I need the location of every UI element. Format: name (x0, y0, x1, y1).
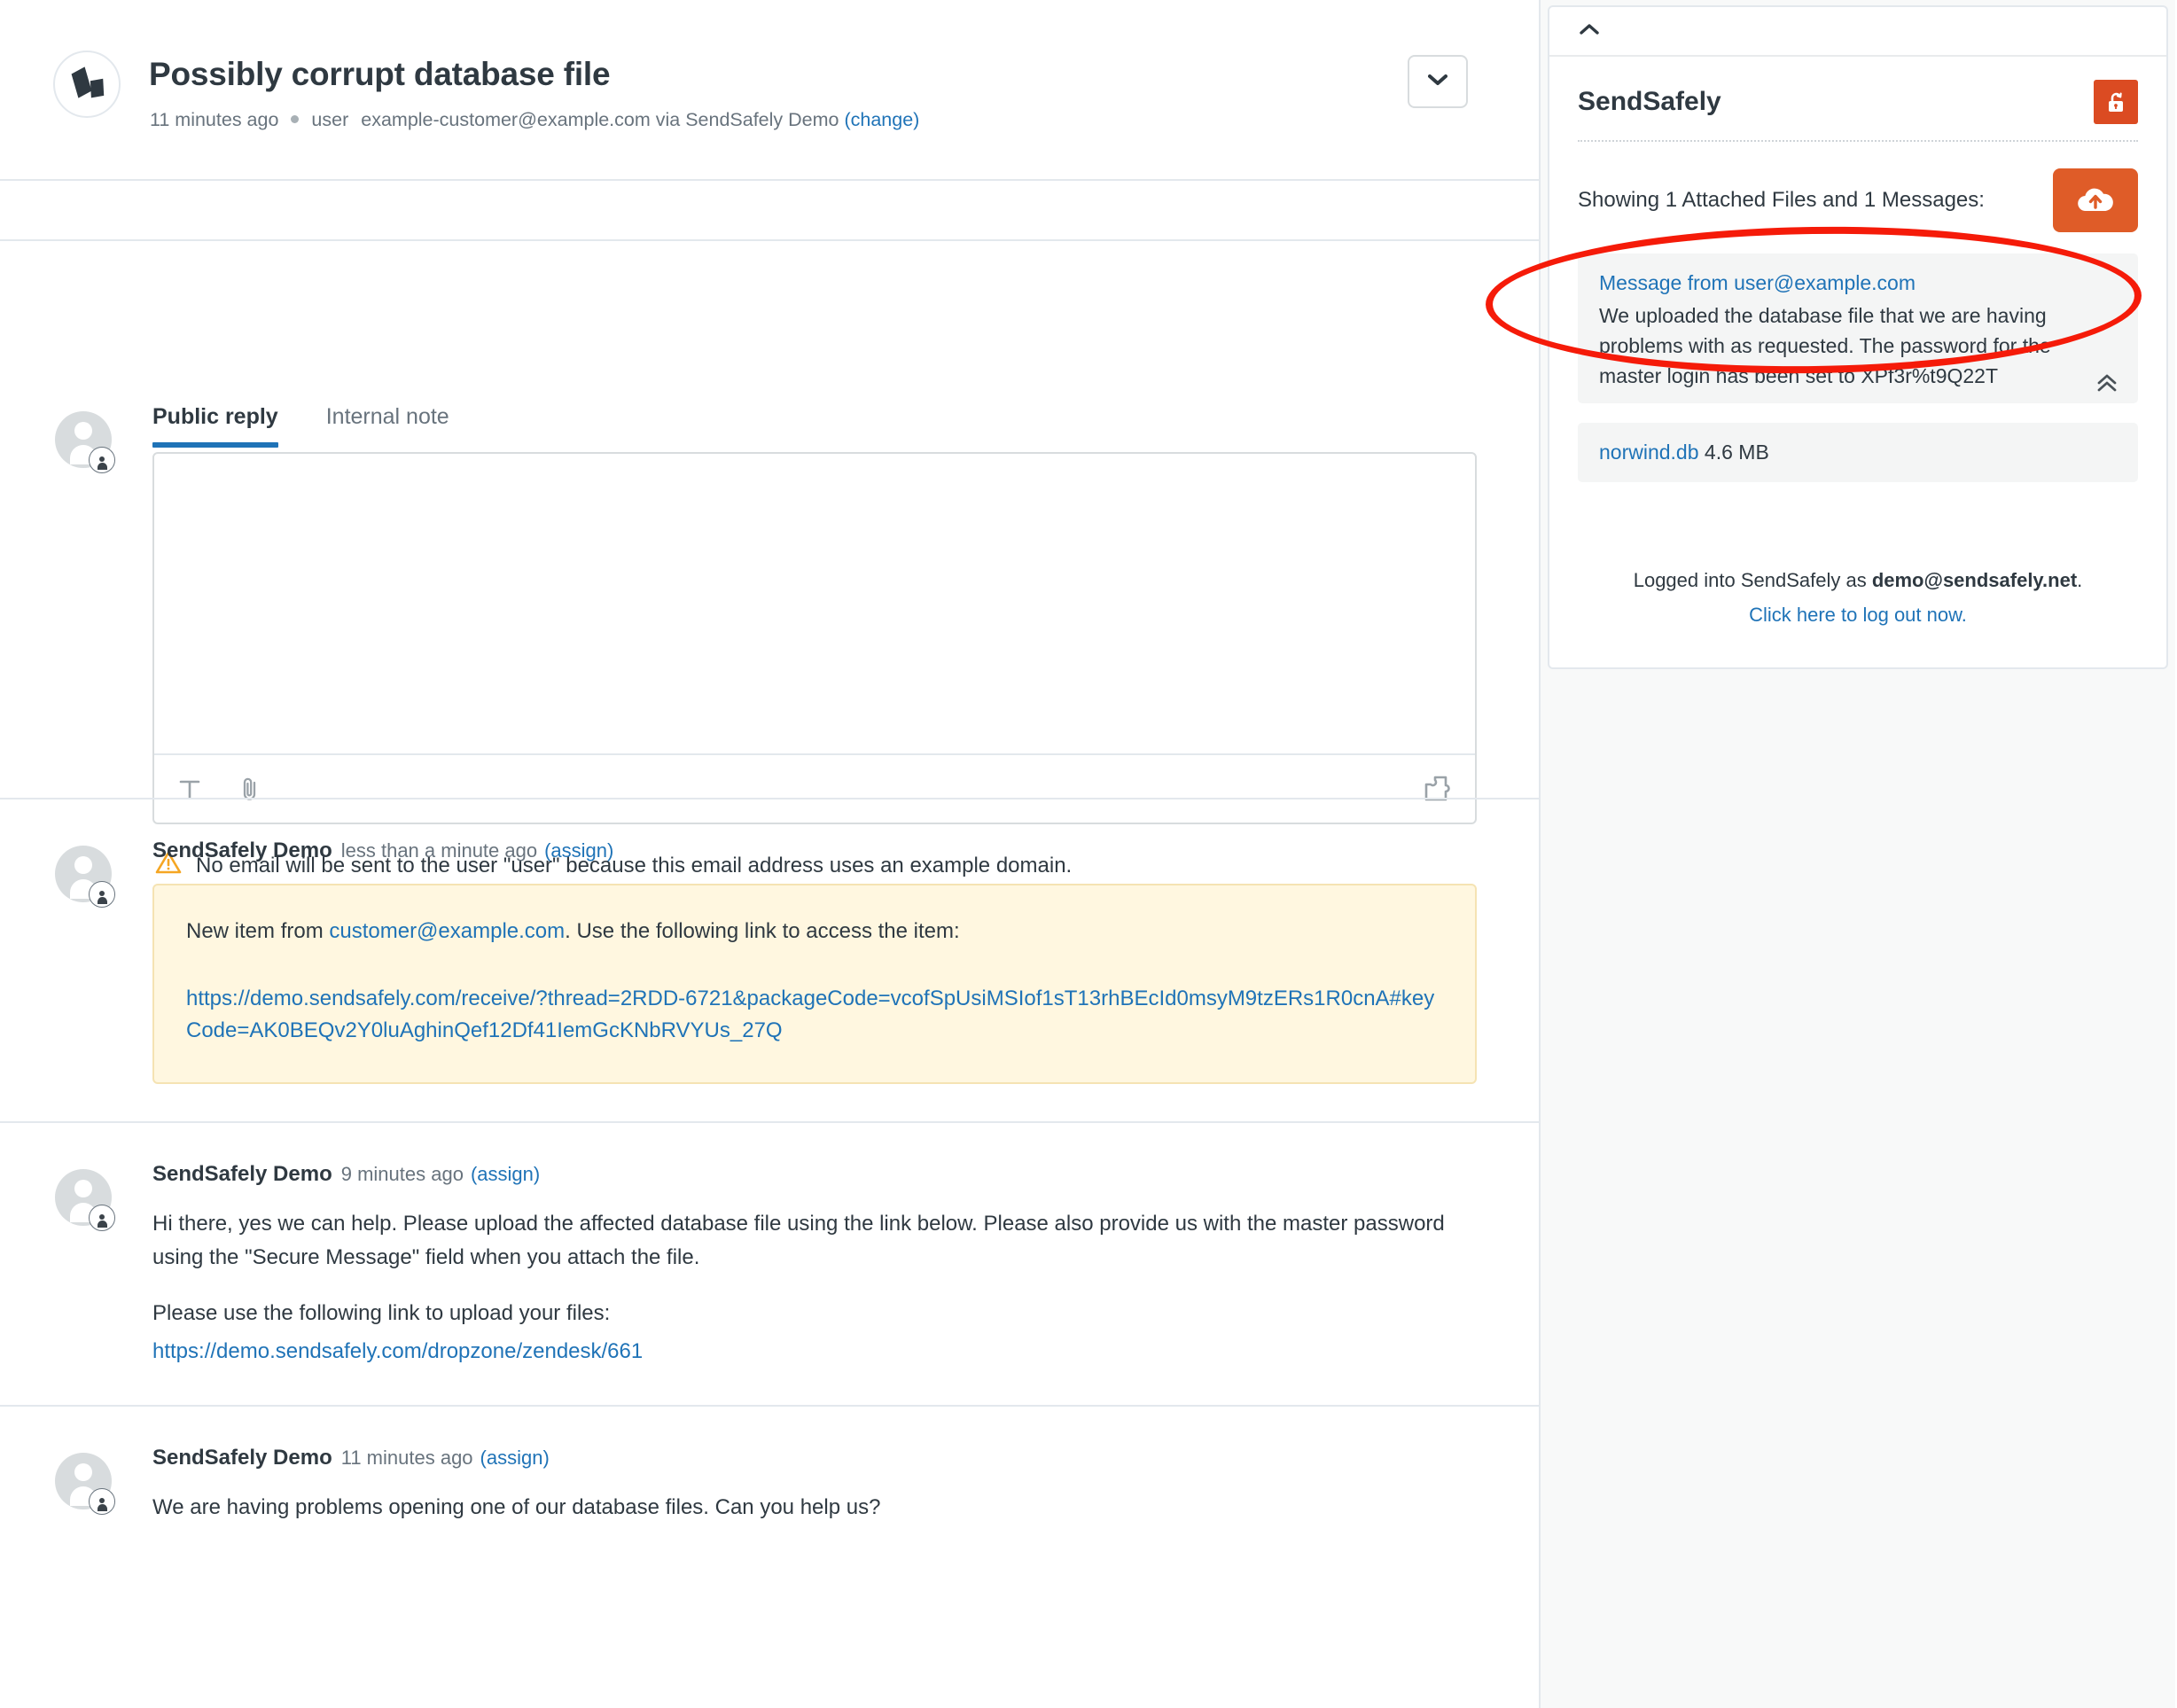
double-chevron-up-icon[interactable] (2095, 373, 2118, 393)
comment-author: SendSafely Demo (152, 1446, 332, 1470)
comment-item: SendSafely Demo 11 minutes ago (assign) We… (0, 1405, 1541, 1561)
comment-timestamp: 9 minutes ago (341, 1163, 464, 1185)
conversation-feed: SendSafely Demo less than a minute ago (as… (0, 798, 1541, 1562)
avatar (55, 1453, 112, 1509)
comment-author: SendSafely Demo (152, 838, 332, 862)
comment-item: SendSafely Demo 9 minutes ago (assign) Hi … (0, 1121, 1541, 1405)
sidebar-footer: Logged into SendSafely as demo@sendsafel… (1578, 564, 2138, 632)
change-requester-link[interactable]: (change) (844, 109, 919, 130)
sidebar-showing-text: Showing 1 Attached Files and 1 Messages: (1578, 188, 1985, 213)
assign-link[interactable]: (assign) (471, 1163, 540, 1185)
tab-public-reply-label: Public reply (152, 404, 278, 429)
comment-link-paragraph: https://demo.sendsafely.com/dropzone/zen… (152, 1335, 1482, 1368)
sidebar-showing-row: Showing 1 Attached Files and 1 Messages: (1578, 168, 2138, 232)
end-user-badge-icon (89, 1488, 115, 1515)
logged-in-status: Logged into SendSafely as demo@sendsafel… (1578, 564, 2138, 598)
receive-link[interactable]: https://demo.sendsafely.com/receive/?thr… (186, 987, 1434, 1042)
composer-box (152, 452, 1477, 824)
comment-item: SendSafely Demo less than a minute ago (as… (0, 798, 1541, 1121)
comment-header: SendSafely Demo less than a minute ago (as… (152, 837, 1541, 864)
ticket-via: example-customer@example.com via SendSaf… (361, 109, 839, 130)
comment-timestamp: less than a minute ago (341, 839, 537, 862)
sidebar-app-column: SendSafely Showing 1 Attached Files and … (1541, 0, 2175, 1708)
ticket-collapse-button[interactable] (1408, 55, 1468, 108)
avatar (55, 1169, 112, 1226)
comment-paragraph: We are having problems opening one of ou… (152, 1491, 1482, 1524)
zendesk-ticket-page: Possibly corrupt database file 11 minute… (0, 0, 2177, 1708)
sidebar-app-body: SendSafely Showing 1 Attached Files and … (1549, 57, 2166, 667)
comment-body: We are having problems opening one of ou… (152, 1491, 1482, 1524)
sidebar-app-title-row: SendSafely (1578, 80, 2138, 142)
chevron-down-icon (1428, 74, 1447, 90)
ticket-main-column: Possibly corrupt database file 11 minute… (0, 0, 1541, 1708)
sendsafely-logo-icon (53, 51, 121, 118)
avatar (55, 846, 112, 902)
comment-body: Hi there, yes we can help. Please upload… (152, 1207, 1482, 1368)
unlock-icon[interactable] (2094, 80, 2138, 124)
customer-email-link[interactable]: customer@example.com (329, 919, 565, 943)
attached-file-size: 4.6 MB (1705, 441, 1769, 464)
end-user-badge-icon (89, 1205, 115, 1231)
assign-link[interactable]: (assign) (480, 1447, 550, 1469)
tab-internal-note-label: Internal note (326, 404, 449, 429)
ticket-time: 11 minutes ago (150, 109, 278, 130)
page-title: Possibly corrupt database file (149, 55, 610, 94)
notification-url-paragraph: https://demo.sendsafely.com/receive/?thr… (186, 983, 1443, 1047)
reply-input[interactable] (154, 454, 1475, 753)
attached-file-name-link[interactable]: norwind.db (1599, 441, 1699, 464)
avatar (55, 411, 112, 468)
sidebar-app-title: SendSafely (1578, 87, 1721, 117)
ticket-header: Possibly corrupt database file 11 minute… (0, 0, 1539, 181)
secure-message-from-link[interactable]: Message from user@example.com (1599, 271, 2117, 295)
end-user-badge-icon (89, 447, 115, 473)
notification-lead-suffix: . Use the following link to access the i… (565, 919, 960, 943)
notification-box: New item from customer@example.com. Use … (152, 884, 1477, 1084)
comment-paragraph: Please use the following link to upload … (152, 1297, 1482, 1330)
dropzone-link[interactable]: https://demo.sendsafely.com/dropzone/zen… (152, 1339, 643, 1363)
ticket-requester: user (311, 109, 348, 130)
logged-in-suffix: . (2077, 569, 2082, 591)
comment-paragraph: Hi there, yes we can help. Please upload… (152, 1207, 1482, 1273)
attached-file-card[interactable]: norwind.db 4.6 MB (1578, 423, 2138, 482)
comment-header: SendSafely Demo 11 minutes ago (assign) (152, 1444, 1541, 1471)
comment-author: SendSafely Demo (152, 1162, 332, 1186)
chevron-up-icon (1580, 23, 1599, 40)
logged-in-prefix: Logged into SendSafely as (1634, 569, 1872, 591)
logged-in-account: demo@sendsafely.net (1872, 569, 2077, 591)
assign-link[interactable]: (assign) (544, 839, 613, 862)
secure-message-body: We uploaded the database file that we ar… (1599, 300, 2117, 391)
notification-lead: New item from customer@example.com. Use … (186, 916, 1443, 948)
cloud-upload-icon[interactable] (2053, 168, 2138, 232)
secure-message-card[interactable]: Message from user@example.com We uploade… (1578, 253, 2138, 403)
meta-dot (291, 115, 299, 123)
ticket-meta: 11 minutes ago user example-customer@examp… (150, 106, 919, 133)
notification-lead-prefix: New item from (186, 919, 329, 943)
end-user-badge-icon (89, 881, 115, 908)
composer-section: Public reply Internal note (0, 181, 1539, 241)
comment-header: SendSafely Demo 9 minutes ago (assign) (152, 1160, 1541, 1188)
comment-timestamp: 11 minutes ago (341, 1447, 473, 1469)
sidebar-collapse-button[interactable] (1549, 7, 2166, 57)
sendsafely-app-panel: SendSafely Showing 1 Attached Files and … (1548, 5, 2168, 669)
logout-link[interactable]: Click here to log out now. (1749, 604, 1967, 626)
